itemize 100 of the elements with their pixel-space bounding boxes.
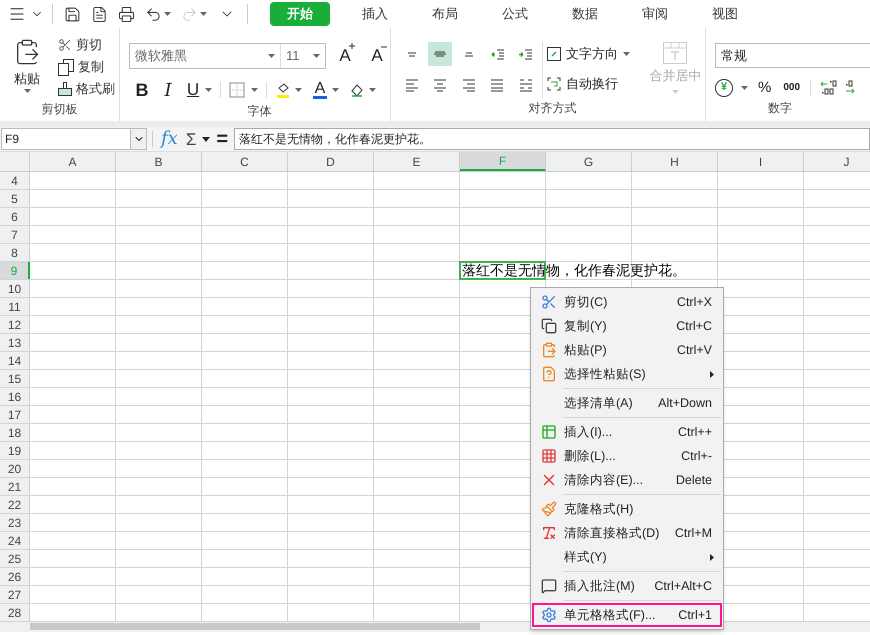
column-header[interactable]: A bbox=[30, 152, 116, 171]
border-icon[interactable] bbox=[229, 82, 245, 98]
row-header[interactable]: 26 bbox=[0, 568, 30, 585]
format-painter-button[interactable]: 格式刷 bbox=[54, 78, 119, 100]
align-icon bbox=[408, 52, 416, 56]
menu-item[interactable]: 选择清单(A) Alt+Down bbox=[532, 391, 722, 415]
column-header[interactable]: I bbox=[718, 152, 804, 171]
grow-font-button[interactable]: A bbox=[332, 43, 358, 69]
fill-color-icon[interactable] bbox=[275, 81, 291, 99]
ribbon-tab[interactable]: 公式 bbox=[480, 2, 550, 26]
row-header[interactable]: 7 bbox=[0, 226, 30, 243]
name-box[interactable]: F9 bbox=[1, 128, 147, 150]
row-header[interactable]: 8 bbox=[0, 244, 30, 261]
shrink-font-button[interactable]: A bbox=[364, 43, 390, 69]
cut-button[interactable]: 剪切 bbox=[54, 34, 119, 56]
menu-item[interactable]: 样式(Y) bbox=[532, 545, 722, 569]
caret-icon bbox=[295, 88, 302, 92]
thousands-button[interactable]: 000 bbox=[781, 82, 802, 93]
align-button[interactable] bbox=[428, 42, 452, 66]
ribbon-tab[interactable]: 数据 bbox=[550, 2, 620, 26]
row-header[interactable]: 21 bbox=[0, 478, 30, 495]
row-header[interactable]: 18 bbox=[0, 424, 30, 441]
bold-button[interactable]: B bbox=[129, 76, 155, 104]
menu-item[interactable]: 删除(L)... Ctrl+- bbox=[532, 444, 722, 468]
row-header[interactable]: 11 bbox=[0, 298, 30, 315]
caret-icon bbox=[251, 88, 258, 92]
caret-icon[interactable] bbox=[202, 136, 210, 142]
row-header[interactable]: 5 bbox=[0, 190, 30, 207]
paste-button[interactable]: 粘贴 bbox=[0, 34, 54, 100]
print-icon[interactable] bbox=[118, 6, 135, 22]
increase-decimal-icon[interactable] bbox=[819, 80, 838, 96]
column-header[interactable]: C bbox=[202, 152, 288, 171]
row-header[interactable]: 20 bbox=[0, 460, 30, 477]
clipboard-question-icon bbox=[541, 366, 557, 382]
row-header[interactable]: 6 bbox=[0, 208, 30, 225]
column-header[interactable]: G bbox=[546, 152, 632, 171]
row-header[interactable]: 16 bbox=[0, 388, 30, 405]
font-color-button[interactable]: A bbox=[312, 81, 328, 99]
wrap-text-button[interactable]: 自动换行 bbox=[547, 72, 646, 96]
row-header[interactable]: 28 bbox=[0, 604, 30, 621]
row-header[interactable]: 4 bbox=[0, 172, 30, 189]
row-header[interactable]: 23 bbox=[0, 514, 30, 531]
format-cells-icon bbox=[541, 607, 557, 623]
eraser-icon[interactable] bbox=[349, 82, 365, 98]
menu-item[interactable]: 单元格格式(F)... Ctrl+1 bbox=[532, 603, 722, 627]
copy-icon bbox=[58, 58, 74, 76]
horizontal-scrollbar[interactable] bbox=[30, 623, 480, 630]
row-header[interactable]: 27 bbox=[0, 586, 30, 603]
caret-icon bbox=[24, 88, 30, 92]
menu-item[interactable]: 选择性粘贴(S) bbox=[532, 362, 722, 386]
caret-icon bbox=[672, 90, 679, 94]
row-header[interactable]: 17 bbox=[0, 406, 30, 423]
menu-item[interactable]: 插入(I)... Ctrl++ bbox=[532, 420, 722, 444]
brush-icon bbox=[541, 501, 557, 517]
menu-item[interactable]: 复制(Y) Ctrl+C bbox=[532, 314, 722, 338]
formula-input[interactable]: 落红不是无情物，化作春泥更护花。 bbox=[234, 128, 870, 150]
row-header[interactable]: 15 bbox=[0, 370, 30, 387]
caret-icon bbox=[369, 88, 376, 92]
equals-sign: = bbox=[216, 129, 228, 149]
row-header[interactable]: 22 bbox=[0, 496, 30, 513]
italic-button[interactable]: I bbox=[155, 76, 181, 104]
column-header[interactable]: D bbox=[288, 152, 374, 171]
plus-icon bbox=[349, 43, 355, 50]
copy-icon bbox=[541, 318, 557, 334]
row-header[interactable]: 13 bbox=[0, 334, 30, 351]
row-header[interactable]: 19 bbox=[0, 442, 30, 459]
ribbon-tab[interactable]: 插入 bbox=[340, 2, 410, 26]
menu-item[interactable]: 插入批注(M) Ctrl+Alt+C bbox=[532, 574, 722, 598]
row-header[interactable]: 10 bbox=[0, 280, 30, 297]
menu-item[interactable]: 清除直接格式(D) Ctrl+M bbox=[532, 521, 722, 545]
column-header[interactable]: B bbox=[116, 152, 202, 171]
column-header[interactable]: H bbox=[632, 152, 718, 171]
menu-item[interactable]: 克隆格式(H) bbox=[532, 497, 722, 521]
number-format-select[interactable]: 常规 bbox=[715, 43, 870, 68]
copy-button[interactable]: 复制 bbox=[54, 56, 119, 78]
menu-item[interactable]: 粘贴(P) Ctrl+V bbox=[532, 338, 722, 362]
save-icon[interactable] bbox=[64, 6, 81, 22]
merge-cells-icon bbox=[663, 42, 688, 64]
text-direction-button[interactable]: 文字方向 bbox=[547, 42, 646, 66]
row-header[interactable]: 12 bbox=[0, 316, 30, 333]
clipboard-icon bbox=[541, 342, 557, 358]
menu-item[interactable]: 剪切(C) Ctrl+X bbox=[532, 290, 722, 314]
align-icon bbox=[434, 51, 446, 57]
ribbon-tab[interactable]: 布局 bbox=[410, 2, 480, 26]
align-icon bbox=[490, 48, 504, 60]
row-header[interactable]: 25 bbox=[0, 550, 30, 567]
table-delete-icon bbox=[541, 448, 557, 464]
column-header[interactable]: J bbox=[804, 152, 870, 171]
percent-button[interactable]: % bbox=[756, 76, 774, 99]
sum-button[interactable]: Σ bbox=[186, 130, 196, 148]
pdf-icon[interactable] bbox=[91, 6, 108, 22]
undo-icon[interactable] bbox=[145, 6, 162, 22]
row-header[interactable]: 14 bbox=[0, 352, 30, 369]
caret-icon bbox=[741, 86, 748, 90]
ribbon-tab[interactable]: 审阅 bbox=[620, 2, 690, 26]
underline-button[interactable]: U bbox=[181, 77, 205, 103]
menu-item[interactable]: 清除内容(E)... Delete bbox=[532, 468, 722, 492]
ribbon-tab[interactable]: 视图 bbox=[690, 2, 760, 26]
row-header[interactable]: 24 bbox=[0, 532, 30, 549]
decrease-decimal-icon[interactable] bbox=[845, 80, 858, 96]
